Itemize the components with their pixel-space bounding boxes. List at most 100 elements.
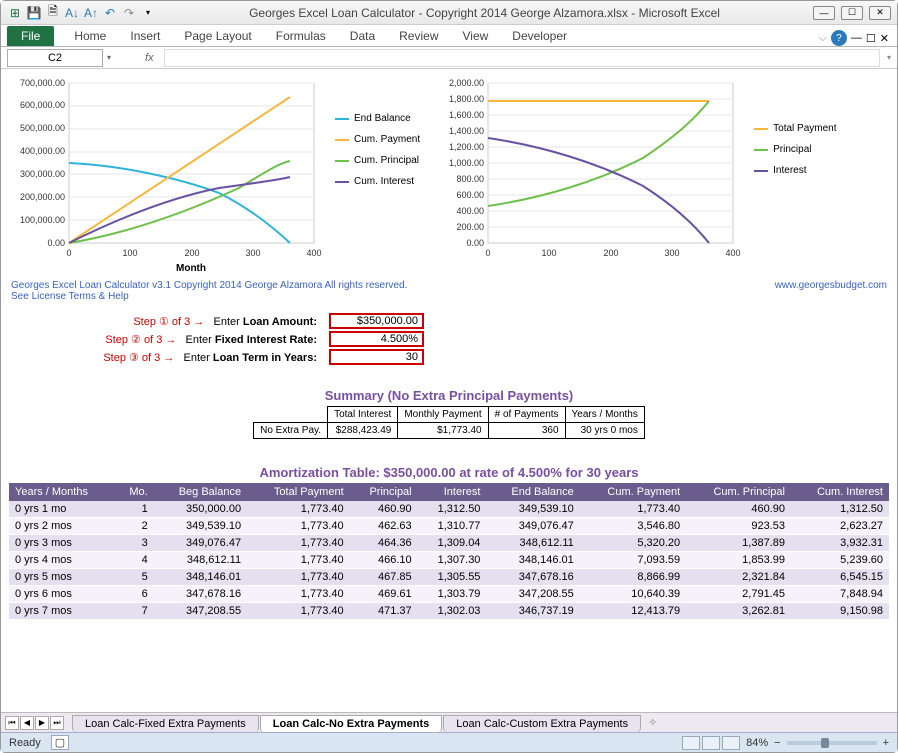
view-page-layout-button[interactable] [702,736,720,750]
tab-developer[interactable]: Developer [500,26,579,46]
redo-icon[interactable]: ↷ [121,5,137,21]
chart-payment-breakdown[interactable]: 0.00200.00400.00600.00800.001,000.001,20… [438,73,836,276]
table-row[interactable]: 0 yrs 4 mos4348,612.111,773.40466.101,30… [9,552,889,569]
svg-text:400,000.00: 400,000.00 [20,146,65,156]
svg-text:1,400.00: 1,400.00 [449,126,484,136]
tab-view[interactable]: View [451,26,501,46]
zoom-level[interactable]: 84% [746,737,768,749]
window-controls: — ☐ ✕ [813,6,891,20]
sort-asc-icon[interactable]: A↓ [64,5,80,21]
table-row[interactable]: 0 yrs 5 mos5348,146.011,773.40467.851,30… [9,569,889,586]
view-normal-button[interactable] [682,736,700,750]
formula-bar: ▾ fx ▾ [1,47,897,69]
summary-table: Total Interest Monthly Payment # of Paym… [253,406,645,439]
tab-nav-first[interactable]: ⏮ [5,716,19,730]
svg-text:2,000.00: 2,000.00 [449,78,484,88]
svg-text:1,200.00: 1,200.00 [449,142,484,152]
window-title: Georges Excel Loan Calculator - Copyrigh… [156,6,813,20]
table-row[interactable]: 0 yrs 1 mo1350,000.001,773.40460.901,312… [9,501,889,518]
close-button[interactable]: ✕ [869,6,891,20]
zoom-slider[interactable] [787,741,877,745]
undo-icon[interactable]: ↶ [102,5,118,21]
workbook-minimize-icon[interactable]: — [851,32,862,44]
formula-input[interactable] [164,49,880,67]
formula-expand-icon[interactable]: ▾ [884,53,891,62]
status-bar: Ready ▢ 84% − + [1,732,897,752]
help-icon[interactable]: ? [831,30,847,46]
svg-text:400: 400 [306,248,321,258]
chart1-legend: End Balance Cum. Payment Cum. Principal … [329,73,420,187]
svg-text:100: 100 [122,248,137,258]
step-loan-term: Step ③ of 3 → Enter Loan Term in Years: … [19,348,629,366]
svg-text:100,000.00: 100,000.00 [20,215,65,225]
svg-text:200: 200 [184,248,199,258]
svg-text:700,000.00: 700,000.00 [20,78,65,88]
namebox-dropdown-icon[interactable]: ▾ [107,53,111,62]
sheet-tab-fixed[interactable]: Loan Calc-Fixed Extra Payments [72,715,259,732]
svg-text:1,600.00: 1,600.00 [449,110,484,120]
ribbon-tabs: File Home Insert Page Layout Formulas Da… [1,25,897,47]
tab-home[interactable]: Home [62,26,118,46]
table-row[interactable]: 0 yrs 3 mos3349,076.471,773.40464.361,30… [9,535,889,552]
svg-text:400.00: 400.00 [457,206,485,216]
name-box[interactable] [7,49,103,67]
quick-access-toolbar: ⊞ 💾 🗎 A↓ A↑ ↶ ↷ ▾ [7,5,156,21]
table-row[interactable]: 0 yrs 6 mos6347,678.161,773.40469.611,30… [9,586,889,603]
status-ready: Ready [9,737,41,749]
sheet-tab-custom[interactable]: Loan Calc-Custom Extra Payments [443,715,641,732]
view-page-break-button[interactable] [722,736,740,750]
tab-nav-next[interactable]: ▶ [35,716,49,730]
sheet-tab-no-extra[interactable]: Loan Calc-No Extra Payments [260,715,443,732]
tab-formulas[interactable]: Formulas [264,26,338,46]
print-preview-icon[interactable]: 🗎 [45,5,61,21]
new-sheet-icon[interactable]: ✧ [648,716,657,729]
maximize-button[interactable]: ☐ [841,6,863,20]
svg-text:Month: Month [176,263,206,273]
tab-page-layout[interactable]: Page Layout [172,26,263,46]
interest-rate-input[interactable]: 4.500% [329,331,424,347]
chart-balance-cumulative[interactable]: 0.00100,000.00200,000.00300,000.00400,00… [9,73,420,276]
zoom-out-button[interactable]: − [774,737,780,749]
step-loan-amount: Step ① of 3 → Enter Loan Amount: $350,00… [19,312,629,330]
svg-text:200,000.00: 200,000.00 [20,192,65,202]
table-row[interactable]: 0 yrs 7 mos7347,208.551,773.40471.371,30… [9,603,889,620]
step-interest-rate: Step ② of 3 → Enter Fixed Interest Rate:… [19,330,629,348]
fx-icon[interactable]: fx [139,52,160,64]
input-steps: Step ① of 3 → Enter Loan Amount: $350,00… [19,312,629,366]
svg-text:0: 0 [486,248,491,258]
svg-text:300: 300 [245,248,260,258]
svg-text:300,000.00: 300,000.00 [20,169,65,179]
table-row[interactable]: 0 yrs 2 mos2349,539.101,773.40462.631,31… [9,518,889,535]
svg-text:0: 0 [66,248,71,258]
svg-text:400: 400 [726,248,741,258]
copyright-text: Georges Excel Loan Calculator v3.1 Copyr… [11,280,407,291]
svg-text:800.00: 800.00 [457,174,485,184]
tab-nav-prev[interactable]: ◀ [20,716,34,730]
zoom-in-button[interactable]: + [883,737,889,749]
chart2-svg: 0.00200.00400.00600.00800.001,000.001,20… [438,73,748,273]
workbook-restore-icon[interactable]: ☐ [866,32,876,45]
save-icon[interactable]: 💾 [26,5,42,21]
loan-amount-input[interactable]: $350,000.00 [329,313,424,329]
svg-text:600.00: 600.00 [457,190,485,200]
minimize-button[interactable]: — [813,6,835,20]
sort-desc-icon[interactable]: A↑ [83,5,99,21]
website-link[interactable]: www.georgesbudget.com [775,280,887,291]
ribbon-minimize-icon[interactable]: ⌵ [819,32,827,45]
file-tab[interactable]: File [7,26,54,46]
license-link[interactable]: See License Terms & Help [9,291,889,312]
workbook-close-icon[interactable]: ✕ [880,32,889,45]
svg-text:300: 300 [665,248,680,258]
tab-insert[interactable]: Insert [118,26,172,46]
chart2-legend: Total Payment Principal Interest [748,73,836,176]
svg-text:100: 100 [542,248,557,258]
amortization-table: Years / MonthsMo.Beg BalanceTotal Paymen… [9,483,889,620]
macro-record-icon[interactable]: ▢ [51,735,69,750]
loan-term-input[interactable]: 30 [329,349,424,365]
chart1-svg: 0.00100,000.00200,000.00300,000.00400,00… [9,73,329,273]
tab-nav-last[interactable]: ⏭ [50,716,64,730]
worksheet-area[interactable]: 0.00100,000.00200,000.00300,000.00400,00… [1,69,897,733]
tab-review[interactable]: Review [387,26,450,46]
qat-dropdown-icon[interactable]: ▾ [140,5,156,21]
tab-data[interactable]: Data [338,26,387,46]
